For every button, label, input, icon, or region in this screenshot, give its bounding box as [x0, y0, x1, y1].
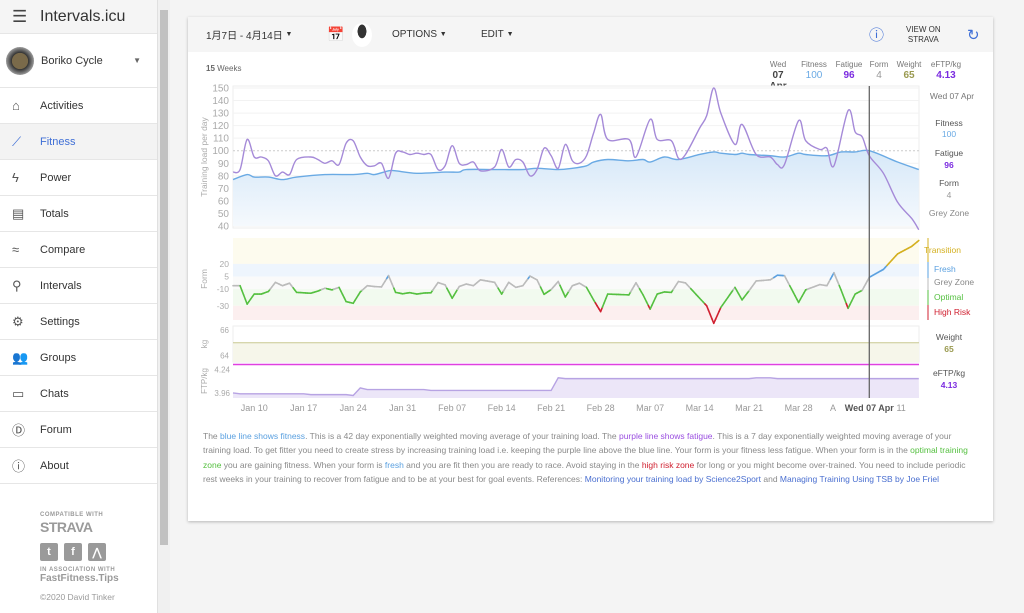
x-tick-label: A [830, 403, 836, 413]
y-tick-label: 4.24 [214, 365, 230, 374]
y-tick-label: 50 [218, 209, 230, 220]
x-tick-label: Jan 24 [340, 403, 367, 413]
form-zone-band [233, 305, 919, 320]
y-axis-label: kg [200, 340, 209, 348]
y-tick-label: 64 [220, 352, 229, 361]
y-tick-label: 90 [218, 159, 230, 170]
y-tick-label: 40 [218, 222, 230, 233]
x-tick-label: Jan 17 [290, 403, 317, 413]
x-tick-label: Mar 07 [636, 403, 664, 413]
y-tick-label: 70 [218, 184, 230, 195]
y-tick-label: 5 [224, 271, 229, 281]
y-tick-label: 150 [212, 84, 229, 95]
y-tick-label: 100 [212, 146, 229, 157]
form-zone-band [233, 276, 919, 290]
y-axis-label: Form [199, 269, 209, 289]
y-axis-label: Training load per day [199, 116, 209, 196]
form-zone-band [233, 289, 919, 306]
x-tick-label: Mar 14 [686, 403, 714, 413]
form-zone-band [233, 238, 919, 264]
y-tick-label: 60 [218, 196, 230, 207]
y-tick-label: 140 [212, 96, 229, 107]
form-line-segment [916, 239, 920, 243]
x-tick-label: Feb 21 [537, 403, 565, 413]
y-tick-label: 80 [218, 171, 230, 182]
y-tick-label: -10 [217, 284, 230, 294]
y-tick-label: 66 [220, 326, 229, 335]
x-tick-label: Feb 07 [438, 403, 466, 413]
form-zone-band [233, 263, 919, 277]
x-tick-label: Wed 07 Apr [845, 403, 895, 413]
x-tick-label: Mar 21 [735, 403, 763, 413]
x-tick-label: Jan 10 [241, 403, 268, 413]
x-tick-label: Feb 14 [488, 403, 516, 413]
y-tick-label: 3.96 [214, 389, 230, 398]
x-tick-label: Jan 31 [389, 403, 416, 413]
x-tick-label: 11 [896, 403, 905, 413]
y-axis-label: FTP/kg [200, 368, 209, 394]
y-tick-label: 110 [213, 134, 229, 145]
x-tick-label: Feb 28 [587, 403, 615, 413]
y-tick-label: 120 [212, 121, 229, 132]
y-tick-label: -30 [217, 301, 230, 311]
y-tick-label: 130 [212, 109, 229, 120]
x-tick-label: Mar 28 [785, 403, 813, 413]
y-tick-label: 20 [220, 259, 230, 269]
fitness-chart[interactable]: 150140130120110100908070605040Training l… [0, 0, 1024, 613]
weight-area [233, 342, 919, 362]
